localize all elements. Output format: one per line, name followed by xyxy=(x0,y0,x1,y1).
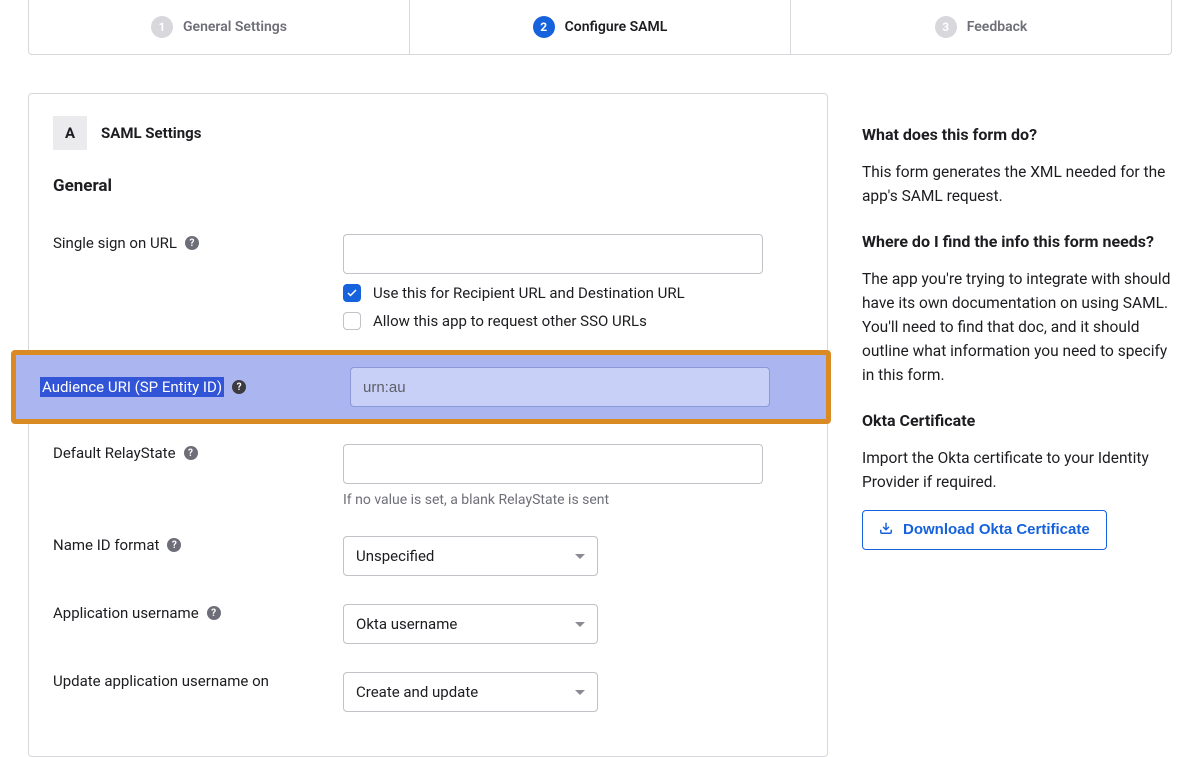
help-icon[interactable]: ? xyxy=(185,236,199,250)
nameid-format-value: Unspecified xyxy=(356,547,434,565)
update-username-on-label: Update application username on xyxy=(53,672,269,690)
general-heading: General xyxy=(53,176,803,196)
default-relaystate-label: Default RelayState xyxy=(53,444,176,462)
help-icon[interactable]: ? xyxy=(184,446,198,460)
row-sso-url: Single sign on URL ? Use this for Recipi… xyxy=(53,220,803,344)
sso-url-input[interactable] xyxy=(343,234,763,274)
update-username-on-value: Create and update xyxy=(356,683,478,701)
help-icon[interactable]: ? xyxy=(232,380,246,394)
help-icon[interactable]: ? xyxy=(207,606,221,620)
step-number: 3 xyxy=(935,16,957,38)
download-icon xyxy=(879,521,893,539)
application-username-value: Okta username xyxy=(356,615,457,633)
help-sidebar: What does this form do? This form genera… xyxy=(862,93,1172,550)
application-username-select[interactable]: Okta username xyxy=(343,604,598,644)
chevron-down-icon xyxy=(575,690,585,695)
step-label: General Settings xyxy=(183,19,287,35)
default-relaystate-hint: If no value is set, a blank RelayState i… xyxy=(343,492,803,508)
row-update-username-on: Update application username on Create an… xyxy=(53,658,803,726)
step-number: 1 xyxy=(151,16,173,38)
wizard-stepper: 1 General Settings 2 Configure SAML 3 Fe… xyxy=(28,0,1172,55)
step-label: Configure SAML xyxy=(565,19,668,35)
nameid-format-select[interactable]: Unspecified xyxy=(343,536,598,576)
download-okta-cert-label: Download Okta Certificate xyxy=(903,521,1090,538)
update-username-on-select[interactable]: Create and update xyxy=(343,672,598,712)
help-text-where: The app you're trying to integrate with … xyxy=(862,267,1172,387)
section-title: SAML Settings xyxy=(101,124,201,142)
nameid-format-label: Name ID format xyxy=(53,536,159,554)
chevron-down-icon xyxy=(575,554,585,559)
help-icon[interactable]: ? xyxy=(167,538,181,552)
checkbox-allow-other-sso[interactable] xyxy=(343,312,361,330)
checkbox-use-for-recipient-label: Use this for Recipient URL and Destinati… xyxy=(373,284,685,302)
help-heading-what: What does this form do? xyxy=(862,123,1172,148)
section-letter: A xyxy=(53,116,87,150)
row-nameid-format: Name ID format ? Unspecified xyxy=(53,522,803,590)
default-relaystate-input[interactable] xyxy=(343,444,763,484)
chevron-down-icon xyxy=(575,622,585,627)
step-feedback[interactable]: 3 Feedback xyxy=(791,0,1171,54)
row-default-relaystate: Default RelayState ? If no value is set,… xyxy=(53,430,803,522)
audience-uri-input[interactable] xyxy=(350,367,770,407)
help-heading-where: Where do I find the info this form needs… xyxy=(862,230,1172,255)
checkbox-allow-other-sso-label: Allow this app to request other SSO URLs xyxy=(373,312,647,330)
audience-uri-label: Audience URI (SP Entity ID) xyxy=(40,377,224,397)
checkbox-use-for-recipient[interactable] xyxy=(343,284,361,302)
row-application-username: Application username ? Okta username xyxy=(53,590,803,658)
sso-url-label: Single sign on URL xyxy=(53,234,177,252)
step-configure-saml[interactable]: 2 Configure SAML xyxy=(410,0,791,54)
help-text-what: This form generates the XML needed for t… xyxy=(862,160,1172,208)
application-username-label: Application username xyxy=(53,604,199,622)
step-number: 2 xyxy=(533,16,555,38)
step-general-settings[interactable]: 1 General Settings xyxy=(29,0,410,54)
step-label: Feedback xyxy=(967,19,1028,35)
saml-settings-panel: A SAML Settings General Single sign on U… xyxy=(28,93,828,757)
help-heading-cert: Okta Certificate xyxy=(862,409,1172,434)
help-text-cert: Import the Okta certificate to your Iden… xyxy=(862,446,1172,494)
row-audience-uri-highlight: Audience URI (SP Entity ID) ? xyxy=(11,350,831,424)
download-okta-cert-button[interactable]: Download Okta Certificate xyxy=(862,510,1107,550)
